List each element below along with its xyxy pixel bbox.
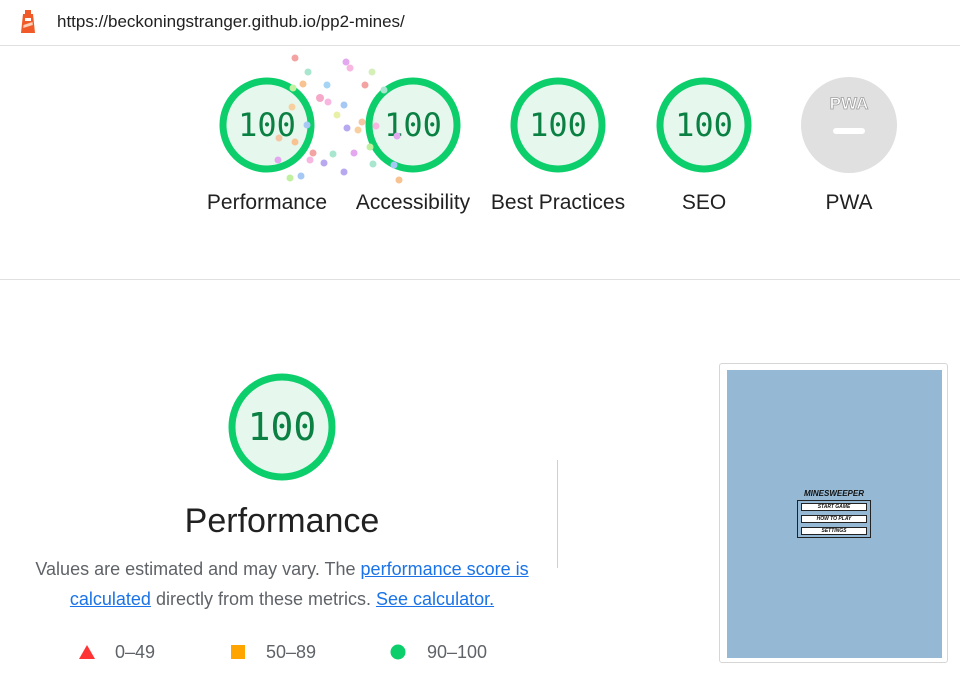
gauge-pwa-label: PWA xyxy=(825,191,873,214)
performance-title: Performance xyxy=(184,502,380,540)
description-middle: directly from these metrics. xyxy=(150,589,377,609)
lighthouse-icon xyxy=(21,10,35,33)
screenshot-canvas: MINESWEEPER START GAME HOW TO PLAY SETTI… xyxy=(727,370,942,658)
minesweeper-title: MINESWEEPER xyxy=(803,489,864,498)
description-prefix: Values are estimated and may vary. The xyxy=(35,559,361,579)
gauge-performance-label: Performance xyxy=(206,191,328,214)
how-to-play-button: HOW TO PLAY xyxy=(801,515,867,523)
gauge-seo-label: SEO xyxy=(681,191,727,214)
menu-box: START GAME HOW TO PLAY SETTINGS xyxy=(797,500,871,538)
legend-range-fail: 0–49 xyxy=(115,642,156,662)
legend-item-fail: 0–49 xyxy=(78,640,168,664)
gauge-accessibility-label: Accessibility xyxy=(355,191,471,214)
section-divider xyxy=(0,279,960,280)
legend-range-pass: 90–100 xyxy=(427,642,488,662)
gauge-seo-score: 100 xyxy=(675,106,733,144)
legend-range-average: 50–89 xyxy=(266,642,317,662)
confetti-decoration xyxy=(274,54,403,184)
orange-square-icon xyxy=(231,645,245,659)
page-url[interactable]: https://beckoningstranger.github.io/pp2-… xyxy=(57,12,405,32)
settings-button: SETTINGS xyxy=(801,527,867,535)
performance-main-score: 100 xyxy=(247,405,317,449)
performance-description: Values are estimated and may vary. The p… xyxy=(30,554,534,614)
legend-item-pass: 90–100 xyxy=(390,640,500,664)
red-triangle-icon xyxy=(79,645,95,659)
pwa-badge-icon: PWA xyxy=(801,77,897,173)
browser-topbar: https://beckoningstranger.github.io/pp2-… xyxy=(0,0,960,46)
gauge-best-practices-score: 100 xyxy=(529,106,587,144)
minesweeper-menu: MINESWEEPER START GAME HOW TO PLAY SETTI… xyxy=(797,488,871,538)
legend-item-average: 50–89 xyxy=(230,640,330,664)
gauge-best-practices-label: Best Practices xyxy=(490,191,626,214)
vertical-divider xyxy=(557,460,558,568)
see-calculator-link[interactable]: See calculator. xyxy=(376,589,494,609)
pwa-badge-text: PWA xyxy=(830,94,869,113)
final-screenshot[interactable]: MINESWEEPER START GAME HOW TO PLAY SETTI… xyxy=(719,363,948,663)
start-game-button: START GAME xyxy=(801,503,867,511)
performance-main-gauge: 100 xyxy=(228,373,336,481)
green-circle-icon xyxy=(390,644,406,660)
